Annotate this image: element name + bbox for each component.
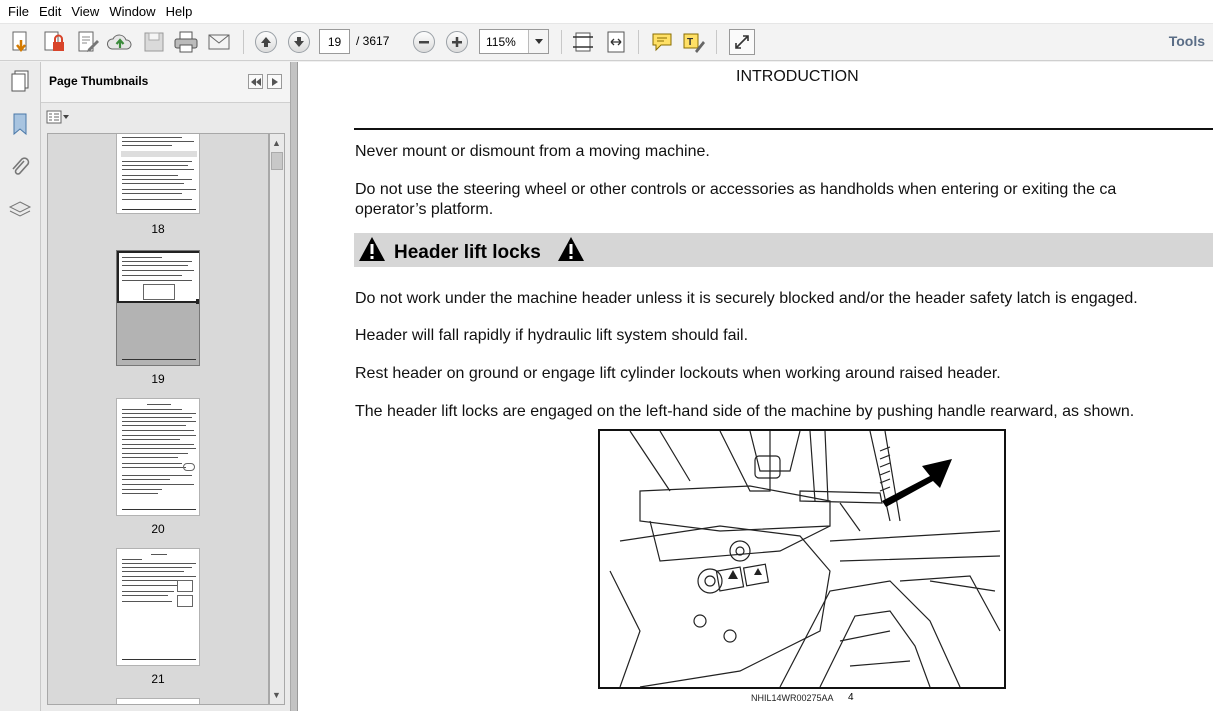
thumbnail-label-19: 19 [151,372,165,386]
sign-icon[interactable] [75,29,101,55]
section-header: Header lift locks [354,233,1213,267]
menu-help[interactable]: Help [161,0,198,24]
scroll-up-icon[interactable]: ▲ [272,138,281,148]
fit-width-icon[interactable] [603,29,629,55]
panel-splitter[interactable] [290,62,298,711]
thumbnails-collapse-button[interactable] [248,74,263,89]
thumbnail-label-20: 20 [151,522,165,536]
navigation-pane [0,62,41,711]
paragraph-handholds-2: operator’s platform. [355,201,494,218]
zoom-select[interactable]: 115% [479,29,549,54]
thumbnail-label-18: 18 [151,222,165,236]
heading-rule [354,128,1213,130]
pages-icon[interactable] [6,67,34,95]
thumbnail-page-22[interactable] [116,698,200,704]
save-icon[interactable] [141,29,167,55]
menu-edit[interactable]: Edit [34,0,66,24]
paragraph-handholds-1: Do not use the steering wheel or other c… [355,181,1117,198]
comment-icon[interactable] [649,29,675,55]
email-icon[interactable] [206,29,232,55]
tools-button[interactable]: Tools [1169,33,1205,49]
thumbnail-page-18[interactable] [116,134,200,214]
next-page-icon[interactable] [286,29,312,55]
warning-icon [558,237,584,261]
print-icon[interactable] [173,29,199,55]
bookmark-icon[interactable] [6,110,34,138]
expand-icon[interactable] [729,29,755,55]
prev-page-icon[interactable] [253,29,279,55]
section-title: Header lift locks [394,242,541,263]
figure-caption: NHIL14WR00275AA [751,693,834,703]
thumbnails-list: 18 19 20 21 [47,133,269,705]
scroll-down-icon[interactable]: ▼ [272,690,281,700]
page-heading: INTRODUCTION [736,68,859,85]
paragraph-engaged: The header lift locks are engaged on the… [355,403,1135,420]
paragraph-fall: Header will fall rapidly if hydraulic li… [355,327,749,344]
menu-file[interactable]: File [3,0,34,24]
lift-lock-illustration [598,429,1006,689]
warning-icon [359,237,385,261]
thumbnails-scrollbar[interactable]: ▲ ▼ [269,133,285,705]
chevron-down-icon[interactable] [528,30,548,53]
paragraph-blocked: Do not work under the machine header unl… [355,290,1138,307]
page-number-input[interactable]: 19 [319,29,350,54]
paragraph-rest: Rest header on ground or engage lift cyl… [355,365,1001,382]
page-total: / 3617 [356,34,390,48]
thumbnail-page-21[interactable] [116,548,200,666]
menu-bar: File Edit View Window Help [0,0,1213,24]
zoom-in-icon[interactable] [444,29,470,55]
svg-text:T: T [687,37,693,48]
fit-page-icon[interactable] [570,29,596,55]
menu-view[interactable]: View [66,0,104,24]
panel-title: Page Thumbnails [49,74,149,88]
scrollbar-thumb[interactable] [271,152,283,170]
create-icon[interactable] [8,29,34,55]
zoom-value: 115% [486,34,516,49]
figure-number: 4 [848,692,854,703]
panel-header: Page Thumbnails [0,62,290,103]
secure-icon[interactable] [41,29,67,55]
attachment-icon[interactable] [6,153,34,181]
thumbnail-page-20[interactable] [116,398,200,516]
zoom-out-icon[interactable] [411,29,437,55]
paragraph-mount: Never mount or dismount from a moving ma… [355,143,710,160]
layers-icon[interactable] [6,196,34,224]
toolbar: T [0,24,1213,61]
upload-icon[interactable] [107,29,133,55]
thumbnail-options-icon[interactable] [46,107,72,127]
highlight-icon[interactable]: T [681,29,707,55]
thumbnail-page-19[interactable] [116,250,200,366]
menu-window[interactable]: Window [104,0,160,24]
panel-close-button[interactable] [267,74,282,89]
thumbnail-label-21: 21 [151,672,165,686]
